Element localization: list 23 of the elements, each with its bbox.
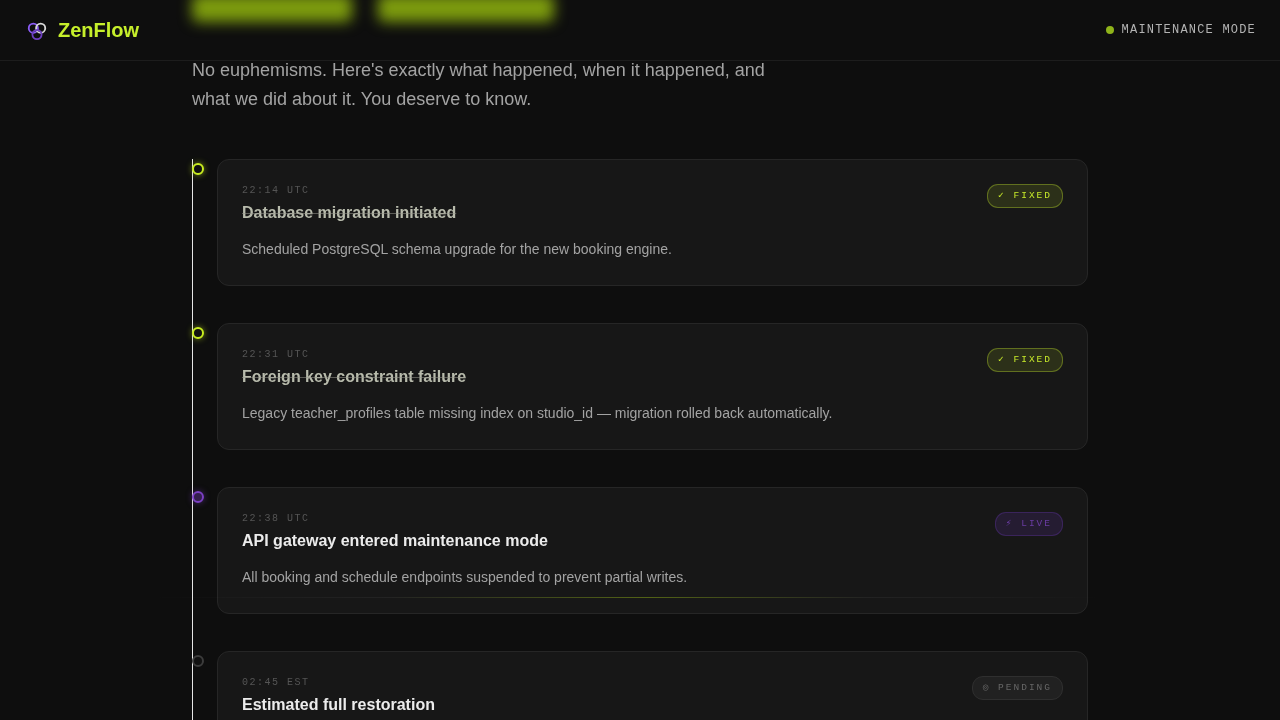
event-time: 22:31 UTC — [242, 348, 311, 362]
intro-text: No euphemisms. Here's exactly what happened, when it happened, and what we did about it. You deserve to know. — [192, 59, 766, 111]
timeline-ring-icon — [192, 163, 204, 175]
timeline-ring-icon — [192, 655, 204, 667]
event-title: Estimated full restoration — [242, 695, 435, 715]
timeline-ring-icon — [192, 491, 204, 503]
status-label: MAINTENANCE MODE — [1121, 23, 1256, 37]
event-description: Legacy teacher_profiles table missing index on studio_id — migration rolled back automatically. — [242, 404, 834, 423]
status-badge: ✓ FIXED — [987, 348, 1063, 372]
status-badge: ✓ FIXED — [987, 184, 1063, 208]
event-title: Foreign key constraint failure — [242, 367, 467, 387]
status-badge: ◎ PENDING — [971, 676, 1063, 700]
status-badge: ⚡ LIVE — [994, 512, 1063, 536]
event-title: Database migration initiated — [242, 203, 457, 223]
event-description: All booking and schedule endpoints suspended to prevent partial writes. — [242, 568, 689, 587]
brand-name: ZenFlow — [58, 18, 140, 42]
event-time: 22:14 UTC — [242, 184, 311, 198]
event-time: 22:38 UTC — [242, 512, 311, 526]
event-description: Scheduled PostgreSQL schema upgrade for the new booking engine. — [242, 240, 673, 259]
event-title: API gateway entered maintenance mode — [242, 531, 548, 551]
event-time: 02:45 EST — [242, 676, 311, 690]
status-dot-icon — [1105, 26, 1114, 34]
timeline-ring-icon — [192, 327, 204, 339]
